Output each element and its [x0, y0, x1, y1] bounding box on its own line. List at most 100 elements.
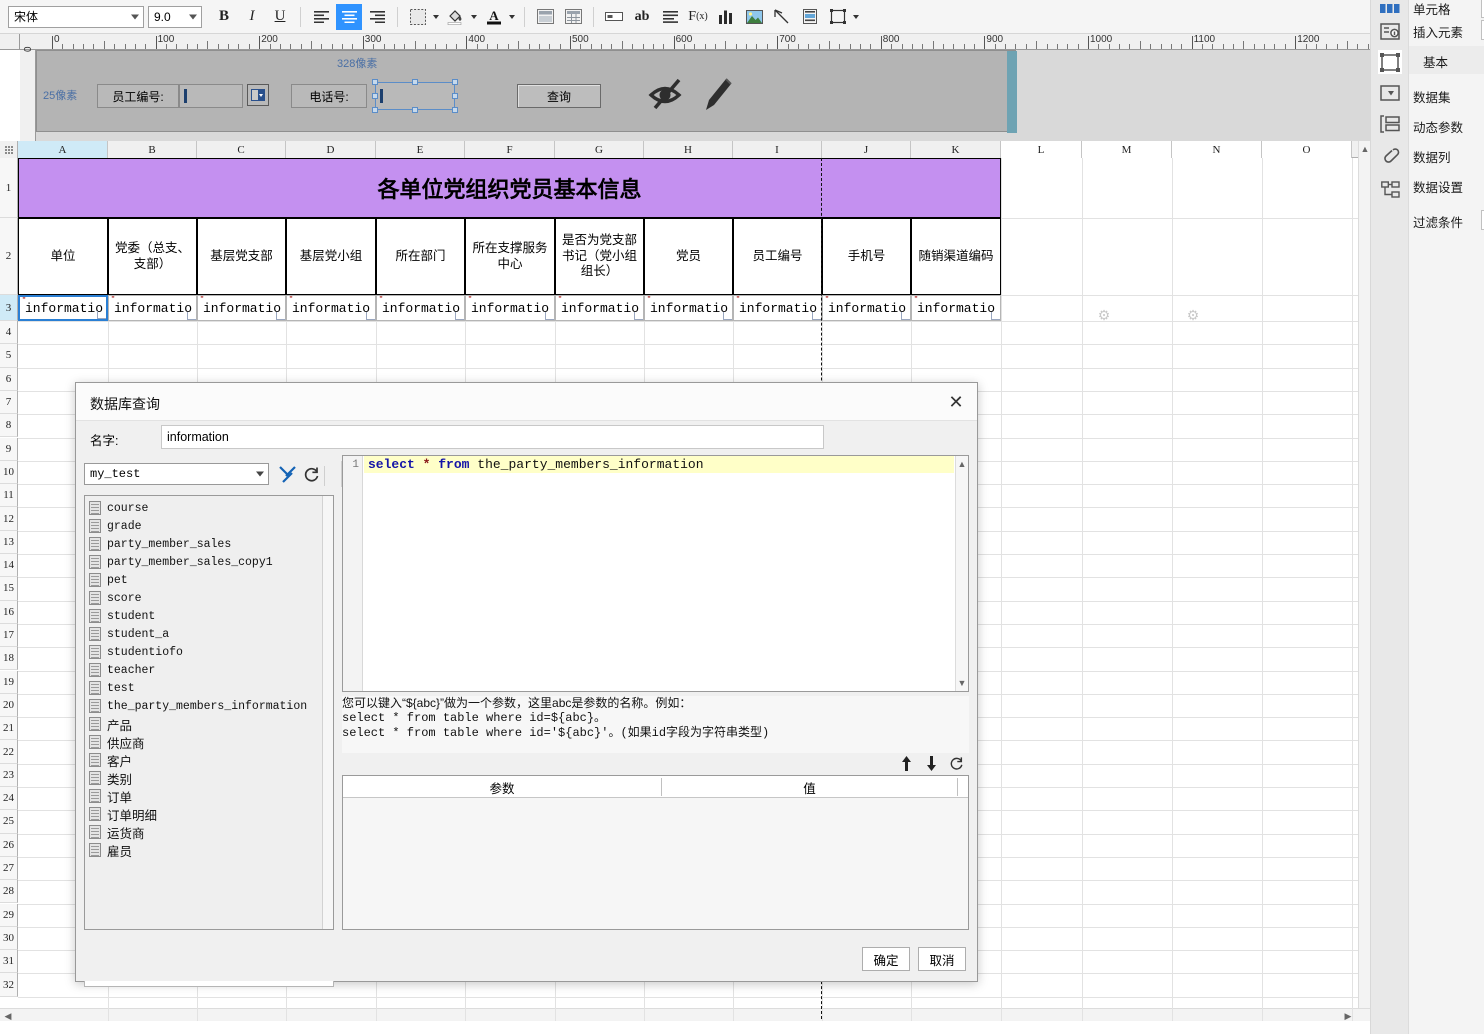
row-header-16[interactable]: 16 [0, 600, 18, 624]
row-header-15[interactable]: 15 [0, 577, 18, 601]
sql-editor[interactable]: 1 select * from the_party_members_inform… [342, 455, 969, 692]
panel-item-dynamic-parameter[interactable]: 动态参数 [1413, 117, 1463, 136]
employee-no-dropdown-button[interactable] [247, 84, 269, 106]
chart-icon[interactable] [713, 4, 739, 30]
frame-icon[interactable] [825, 4, 851, 30]
row-header-26[interactable]: 26 [0, 833, 18, 857]
row-header-20[interactable]: 20 [0, 693, 18, 718]
table-list-item[interactable]: pet [89, 571, 128, 589]
row-header-5[interactable]: 5 [0, 344, 18, 368]
table-list[interactable]: course grade party_member_sales party_membe… [84, 495, 334, 930]
frame-icon[interactable] [1378, 50, 1402, 74]
column-header-c[interactable]: C [197, 141, 286, 158]
scroll-down-icon[interactable]: ▼ [956, 678, 968, 688]
dropdown-icon[interactable] [1378, 81, 1402, 105]
resize-handle-w[interactable] [372, 93, 378, 99]
panel-item-data-settings[interactable]: 数据设置 [1413, 177, 1463, 196]
form-design-area[interactable]: 328像素 25像素 员工编号: 电话号: 查询 [36, 50, 1017, 133]
column-header-f[interactable]: F [465, 141, 555, 158]
row-header-29[interactable]: 29 [0, 903, 18, 927]
design-canvas[interactable]: 328像素 25像素 员工编号: 电话号: 查询 [36, 50, 1370, 146]
column-header-k[interactable]: K [911, 141, 1001, 158]
data-cell-i3[interactable]: * informatio [733, 295, 822, 321]
table-list-item[interactable]: 产品 [89, 715, 132, 733]
row-header-22[interactable]: 22 [0, 740, 18, 764]
header-cell-b2[interactable]: 党委（总支、支部） [108, 218, 197, 295]
phone-input-selected[interactable] [375, 82, 455, 110]
data-cell-j3[interactable]: * informatio [822, 295, 911, 321]
row-header-9[interactable]: 9 [0, 437, 18, 461]
resize-handle-n[interactable] [412, 79, 418, 85]
row-header-14[interactable]: 14 [0, 554, 18, 578]
row-header-10[interactable]: 10 [0, 460, 18, 485]
paragraph-icon[interactable] [657, 4, 683, 30]
row-header-8[interactable]: 8 [0, 414, 18, 438]
close-icon[interactable]: ✕ [945, 391, 967, 413]
phone-label[interactable]: 电话号: [291, 84, 367, 108]
header-cell-k2[interactable]: 随销渠道编码 [911, 218, 1001, 295]
row-header-12[interactable]: 12 [0, 507, 18, 531]
select-all-corner[interactable] [0, 141, 18, 158]
table-list-item[interactable]: teacher [89, 661, 155, 679]
row-header-23[interactable]: 23 [0, 763, 18, 787]
arrow-up-icon[interactable] [896, 753, 916, 773]
row-header-13[interactable]: 13 [0, 530, 18, 554]
grid-icon[interactable] [1378, 0, 1402, 20]
column-header-d[interactable]: D [286, 141, 376, 158]
row-header-21[interactable]: 21 [0, 717, 18, 741]
column-header-h[interactable]: H [644, 141, 733, 158]
table-list-item[interactable]: student_a [89, 625, 169, 643]
row-header-1[interactable]: 1 [0, 158, 18, 218]
font-family-select[interactable]: 宋体 [8, 5, 144, 28]
table-list-item[interactable]: course [89, 499, 148, 517]
chevron-down-icon[interactable] [433, 14, 439, 19]
arrow-down-icon[interactable] [921, 753, 941, 773]
dataset-name-input[interactable]: information [161, 425, 824, 449]
panel-item-data-column[interactable]: 数据列 [1413, 147, 1451, 166]
scroll-left-icon[interactable]: ◀ [2, 1011, 14, 1021]
resize-handle-sw[interactable] [372, 107, 378, 113]
resize-handle-e[interactable] [452, 93, 458, 99]
ab-label-icon[interactable]: ab [629, 4, 655, 30]
header-cell-j2[interactable]: 手机号 [822, 218, 911, 295]
data-cell-c3[interactable]: * informatio [197, 295, 286, 321]
formula-icon[interactable]: F (x) [685, 4, 711, 30]
table-list-scrollbar[interactable] [322, 496, 333, 929]
align-right-button[interactable] [364, 4, 390, 30]
row-header-32[interactable]: 32 [0, 973, 18, 997]
column-header-a[interactable]: A [18, 141, 108, 158]
image-icon[interactable] [741, 4, 767, 30]
row-header-18[interactable]: 18 [0, 647, 18, 671]
wrench-icon[interactable] [276, 464, 298, 485]
info-card-icon[interactable] [1378, 20, 1402, 44]
data-cell-a3[interactable]: * informatio [18, 295, 108, 321]
column-header-o[interactable]: O [1262, 141, 1352, 158]
query-button[interactable]: 查询 [517, 84, 601, 108]
data-cell-b3[interactable]: * informatio [108, 295, 197, 321]
vertical-scrollbar[interactable]: ▲ ▼ [1358, 141, 1370, 1021]
table-list-item[interactable]: test [89, 679, 135, 697]
row-header-31[interactable]: 31 [0, 950, 18, 974]
header-cell-i2[interactable]: 员工编号 [733, 218, 822, 295]
align-center-button[interactable] [336, 3, 362, 30]
resize-handle-ne[interactable] [452, 79, 458, 85]
column-header-b[interactable]: B [108, 141, 197, 158]
data-cell-h3[interactable]: * informatio [644, 295, 733, 321]
layout-icon[interactable] [1378, 112, 1402, 136]
tree-icon[interactable] [1378, 178, 1402, 202]
sql-statement-line[interactable]: select * from the_party_members_informat… [364, 456, 954, 473]
datasource-select[interactable]: my_test [84, 463, 269, 485]
data-cell-d3[interactable]: * informatio [286, 295, 376, 321]
column-header-l[interactable]: L [1001, 141, 1082, 158]
row-header-19[interactable]: 19 [0, 670, 18, 694]
refresh-icon[interactable] [300, 464, 322, 485]
table-list-item[interactable]: 订单明细 [89, 805, 157, 823]
textbox-icon[interactable] [601, 4, 627, 30]
font-color-icon[interactable]: A [481, 4, 507, 30]
data-cell-g3[interactable]: * informatio [555, 295, 644, 321]
row-header-3[interactable]: 3 [0, 295, 18, 321]
header-cell-a2[interactable]: 单位 [18, 218, 108, 295]
column-divider[interactable] [957, 778, 958, 796]
horizontal-scrollbar[interactable]: ◀ ▶ [0, 1008, 1370, 1021]
row-header-30[interactable]: 30 [0, 926, 18, 951]
